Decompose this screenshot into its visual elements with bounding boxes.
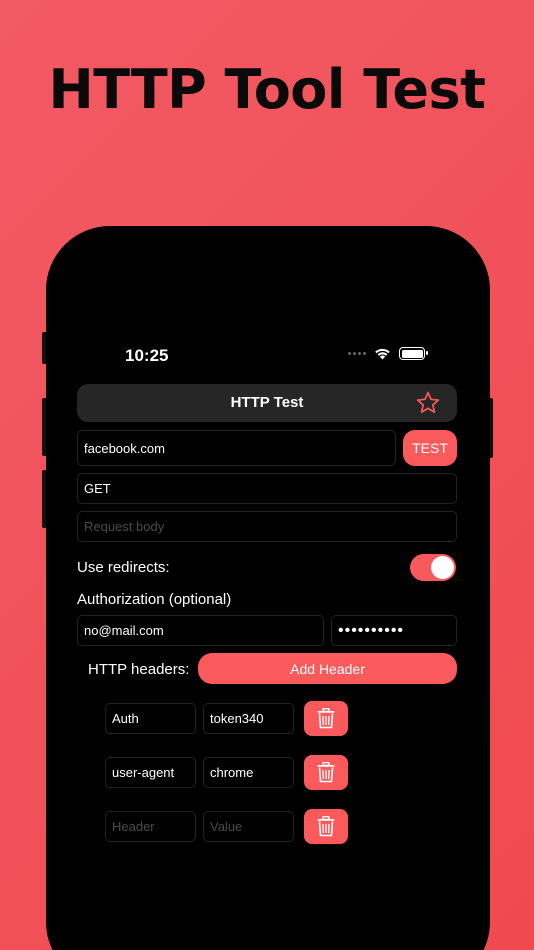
redirects-label: Use redirects: (77, 559, 170, 576)
headline: HTTP Tool Test (48, 58, 486, 121)
trash-icon (317, 708, 335, 729)
cellular-signal-icon (348, 352, 366, 355)
method-field[interactable]: GET (77, 473, 457, 504)
redirects-toggle[interactable] (410, 554, 456, 581)
auth-password-input[interactable]: •••••••••• (331, 615, 457, 646)
http-headers-label: HTTP headers: (88, 661, 190, 678)
header-key-input[interactable]: user-agent (105, 757, 196, 788)
battery-icon (399, 347, 428, 360)
header-value-input[interactable]: token340 (203, 703, 294, 734)
header-value-input[interactable]: Value (203, 811, 294, 842)
delete-header-button[interactable] (304, 701, 348, 736)
nav-bar: HTTP Test (77, 384, 457, 422)
authorization-label: Authorization (optional) (77, 591, 232, 608)
favorite-star-icon[interactable] (415, 390, 441, 416)
url-input[interactable]: facebook.com (77, 430, 396, 466)
status-icons (348, 347, 428, 360)
header-value-input[interactable]: chrome (203, 757, 294, 788)
auth-username-input[interactable]: no@mail.com (77, 615, 324, 646)
test-button[interactable]: TEST (403, 430, 457, 466)
phone-frame: 10:25 HTTP Test facebook.com TEST GET Re… (46, 226, 490, 950)
nav-title: HTTP Test (230, 394, 304, 411)
wifi-icon (375, 348, 390, 360)
trash-icon (317, 762, 335, 783)
delete-header-button[interactable] (304, 809, 348, 844)
header-key-input[interactable]: Auth (105, 703, 196, 734)
add-header-button[interactable]: Add Header (198, 653, 457, 684)
delete-header-button[interactable] (304, 755, 348, 790)
header-key-input[interactable]: Header (105, 811, 196, 842)
request-body-input[interactable]: Request body (77, 511, 457, 542)
trash-icon (317, 816, 335, 837)
status-time: 10:25 (125, 346, 169, 365)
